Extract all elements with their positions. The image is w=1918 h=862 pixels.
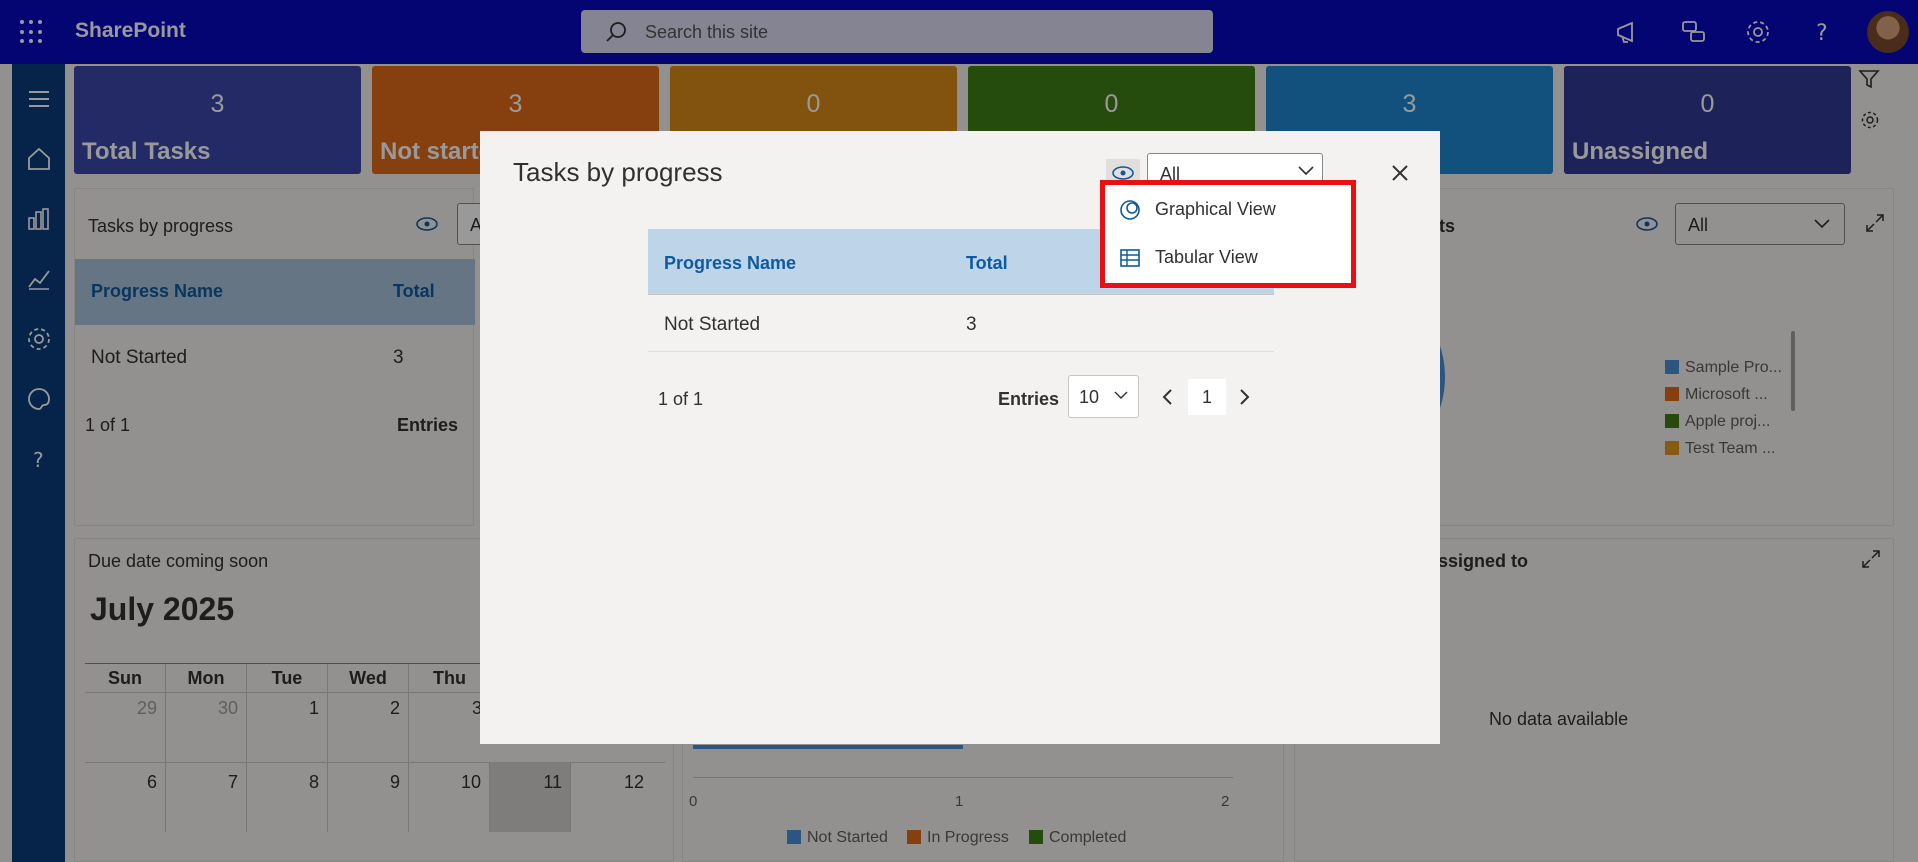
view-mode-menu: Graphical View Tabular View [1100,180,1356,288]
chevron-left-icon[interactable] [1158,387,1178,407]
column-header-total[interactable]: Total [966,253,1008,274]
table-cell: Not Started [664,314,761,335]
dialog-title: Tasks by progress [513,157,723,187]
menu-item-graphical-view[interactable]: Graphical View [1110,187,1346,231]
chart-view-icon [1120,200,1140,220]
menu-item-label: Tabular View [1155,247,1258,267]
current-page[interactable]: 1 [1188,379,1226,415]
chevron-down-icon [1298,166,1314,176]
chevron-down-icon [1114,391,1128,399]
menu-item-label: Graphical View [1155,199,1276,219]
entries-select[interactable]: 10 [1068,375,1139,418]
table-icon [1120,249,1140,267]
entries-label: Entries [998,389,1060,409]
menu-item-tabular-view[interactable]: Tabular View [1110,235,1346,279]
table-row: Not Started 3 [648,295,1274,352]
chevron-right-icon[interactable] [1234,387,1254,407]
entries-value: 10 [1079,387,1100,407]
pagination: 1 of 1 Entries 10 1 [648,375,1274,419]
row-count: 1 of 1 [658,389,704,409]
column-header-progress-name[interactable]: Progress Name [664,253,796,274]
table-cell: 3 [966,314,977,335]
close-icon[interactable] [1386,159,1414,187]
